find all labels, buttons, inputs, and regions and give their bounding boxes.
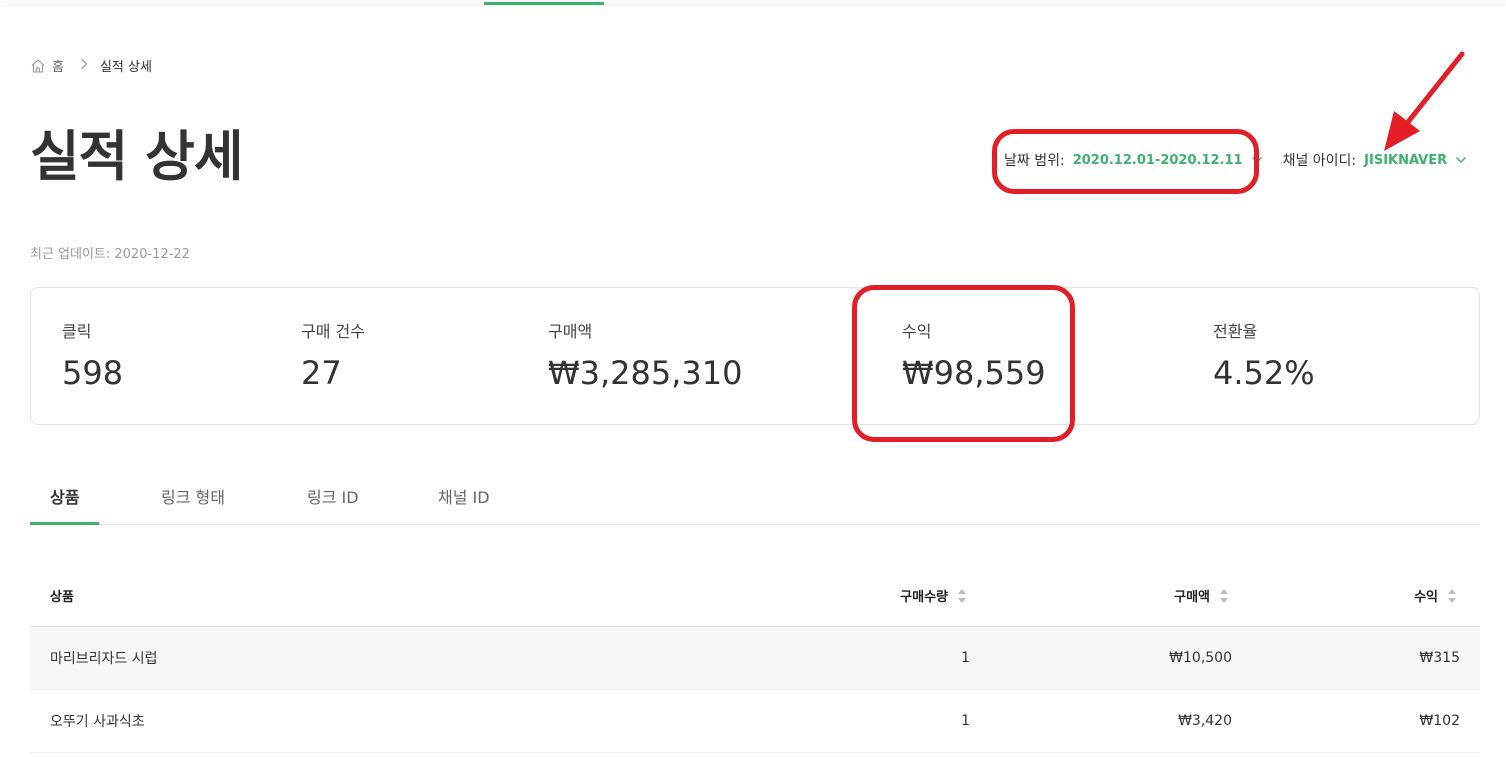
chevron-right-icon: [80, 58, 88, 74]
breadcrumb-home[interactable]: 홈: [52, 56, 64, 75]
cell-revenue: ₩315: [1419, 650, 1460, 666]
annotation-date-range-highlight: [992, 129, 1259, 194]
header-amount[interactable]: 구매액: [1174, 565, 1230, 626]
breadcrumb-current: 실적 상세: [99, 60, 152, 75]
stat-value: ₩3,285,310: [548, 354, 743, 392]
sort-icon[interactable]: [956, 587, 968, 605]
table-row: 마리브리자드 시럽 1 ₩10,500 ₩315: [30, 627, 1480, 690]
header-revenue-label: 수익: [1414, 590, 1438, 605]
stat-clicks: 클릭 598: [62, 318, 123, 392]
tab-link-type[interactable]: 링크 형태: [141, 470, 245, 525]
annotation-arrow-icon: [1384, 51, 1465, 151]
stat-conversion-rate: 전환율 4.52%: [1213, 318, 1315, 392]
sort-icon[interactable]: [1446, 587, 1458, 605]
top-nav-active-indicator: [484, 2, 604, 5]
tab-product[interactable]: 상품: [30, 470, 100, 525]
cell-revenue: ₩102: [1419, 713, 1460, 729]
cell-product: 마리브리자드 시럽: [50, 651, 158, 667]
cell-quantity: 1: [961, 713, 970, 729]
cell-amount: ₩3,420: [1178, 713, 1232, 729]
table-row: 오뚜기 사과식초 1 ₩3,420 ₩102: [30, 690, 1480, 753]
stat-label: 전환율: [1213, 322, 1258, 341]
top-nav-strip: [0, 0, 1506, 5]
page-title: 실적 상세: [30, 125, 244, 188]
stat-purchase-count: 구매 건수 27: [301, 318, 365, 392]
header-revenue[interactable]: 수익: [1414, 565, 1458, 626]
cell-quantity: 1: [961, 650, 970, 666]
stat-label: 구매 건수: [301, 322, 365, 341]
breadcrumb: 홈 실적 상세: [30, 56, 152, 75]
annotation-revenue-highlight: [852, 285, 1075, 442]
stat-value: 4.52%: [1213, 354, 1315, 392]
header-quantity[interactable]: 구매수량: [900, 565, 968, 626]
stat-label: 구매액: [548, 322, 593, 341]
stat-purchase-amount: 구매액 ₩3,285,310: [548, 318, 743, 392]
tab-bar: 상품 링크 형태 링크 ID 채널 ID: [30, 470, 1480, 525]
sort-icon[interactable]: [1218, 587, 1230, 605]
stat-value: 598: [62, 354, 124, 392]
tab-channel-id[interactable]: 채널 ID: [418, 470, 510, 525]
home-icon[interactable]: [30, 58, 46, 74]
last-updated: 최근 업데이트: 2020-12-22: [30, 247, 190, 262]
header-quantity-label: 구매수량: [900, 590, 948, 605]
cell-product: 오뚜기 사과식초: [50, 714, 145, 730]
header-product: 상품: [50, 590, 74, 605]
product-table: 상품 구매수량 구매액 수익 마리브리자드 시럽 1 ₩10,500 ₩315 …: [30, 565, 1480, 753]
stat-value: 27: [301, 354, 342, 392]
channel-id-label: 채널 아이디:: [1282, 153, 1357, 169]
cell-amount: ₩10,500: [1169, 650, 1232, 666]
stats-card: 클릭 598 구매 건수 27 구매액 ₩3,285,310 수익 ₩98,55…: [30, 287, 1480, 425]
header-amount-label: 구매액: [1174, 590, 1210, 605]
table-header: 상품 구매수량 구매액 수익: [30, 565, 1480, 627]
tab-link-id[interactable]: 링크 ID: [287, 470, 379, 525]
stat-label: 클릭: [62, 322, 92, 341]
